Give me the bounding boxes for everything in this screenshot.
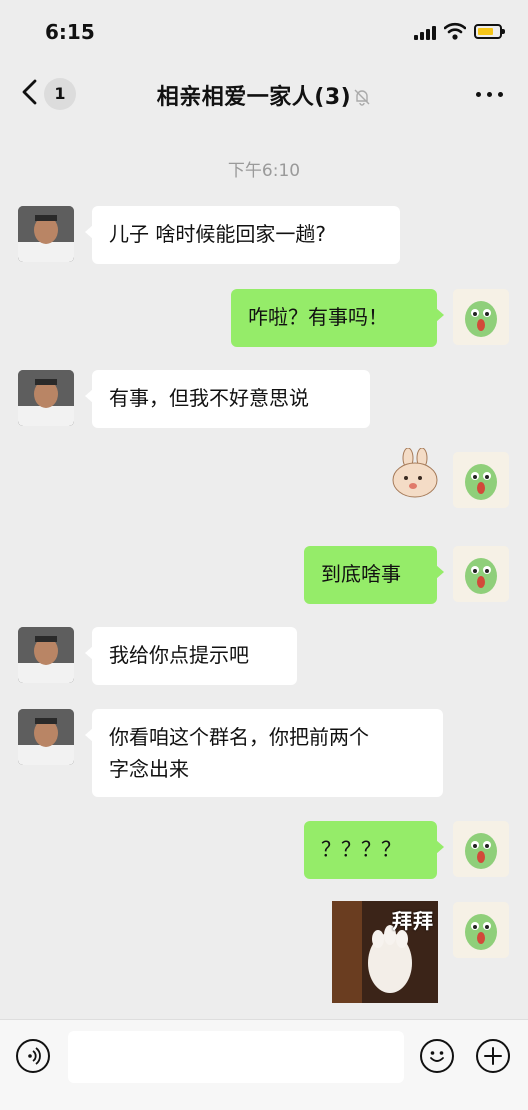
chat-title-wrap[interactable]: 相亲相爱一家人(3): [0, 79, 528, 111]
bell-slash-icon: [354, 89, 370, 106]
avatar-me[interactable]: [453, 289, 509, 345]
avatar-dad[interactable]: [18, 370, 74, 426]
message-timestamp: 下午6:10: [227, 161, 301, 181]
voice-icon[interactable]: [16, 1039, 50, 1073]
message-bubble-out[interactable]: ？？？？: [304, 821, 444, 879]
battery-icon: [474, 24, 505, 39]
avatar-me[interactable]: [453, 821, 509, 877]
chat-header: 1 相亲相爱一家人(3): [0, 62, 528, 126]
gif-caption: 拜拜: [392, 909, 434, 933]
avatar-dad[interactable]: [18, 206, 74, 262]
avatar-me[interactable]: [453, 546, 509, 602]
message-bubble-out[interactable]: 到底啥事: [304, 546, 444, 604]
message-bubble-in[interactable]: 有事，但我不好意思说: [85, 370, 370, 428]
avatar-me[interactable]: [453, 902, 509, 958]
chat-title: 相亲相爱一家人(3): [156, 85, 352, 110]
chat-input-bar: [0, 1019, 528, 1110]
status-bar: 6:15: [0, 0, 528, 62]
message-bubble-out[interactable]: 咋啦？有事吗！: [231, 289, 444, 347]
emoji-icon[interactable]: [420, 1039, 454, 1073]
signal-icon: [414, 26, 438, 40]
bunny-sticker[interactable]: [388, 448, 440, 500]
message-bubble-in[interactable]: 我给你点提示吧: [85, 627, 297, 685]
message-bubble-in[interactable]: 你看咱这个群名，你把前两个 字念出来: [85, 709, 443, 797]
plus-icon[interactable]: [476, 1039, 510, 1073]
bye-gif-sticker[interactable]: 拜拜: [332, 901, 438, 1003]
avatar-dad[interactable]: [18, 627, 74, 683]
avatar-dad[interactable]: [18, 709, 74, 765]
wifi-icon: [444, 22, 466, 40]
message-bubble-in[interactable]: 儿子 啥时候能回家一趟?: [85, 206, 400, 264]
status-time: 6:15: [45, 20, 95, 44]
message-input[interactable]: [68, 1031, 404, 1083]
ellipsis-icon[interactable]: [474, 82, 506, 102]
avatar-me[interactable]: [453, 452, 509, 508]
